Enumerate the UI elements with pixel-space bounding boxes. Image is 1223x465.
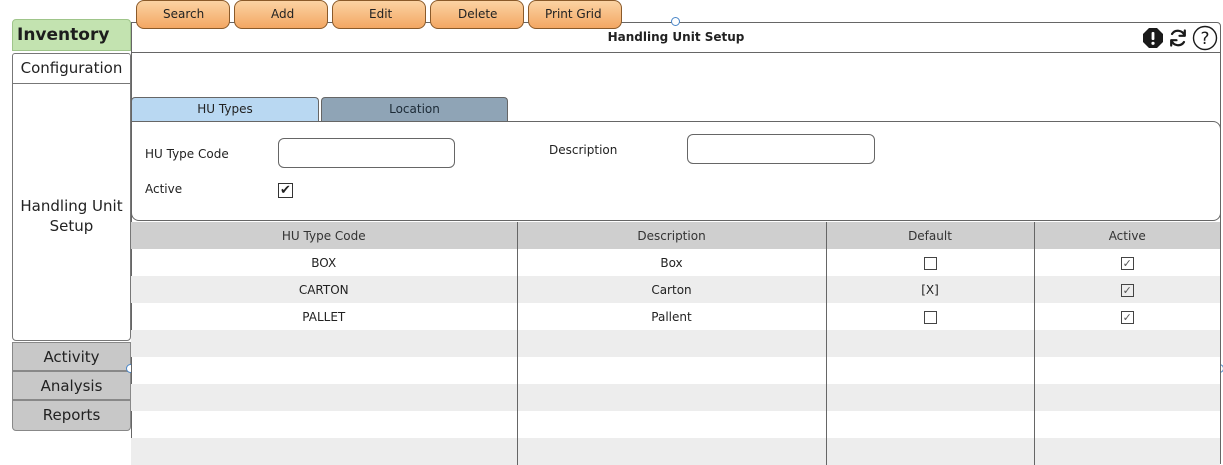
table-row-empty [131,357,1220,384]
cell-description: Box [516,249,826,276]
app-title: Inventory [12,19,131,51]
cell-default [825,303,1034,330]
active-checkbox-cell[interactable]: ✓ [1120,256,1134,270]
print-grid-button[interactable]: Print Grid [528,0,622,29]
nav-tab-configuration[interactable]: Configuration [12,53,131,83]
help-icon[interactable]: ? [1192,25,1218,55]
hu-types-grid: HU Type Code Description Default Active … [131,222,1220,465]
active-label: Active [145,182,183,196]
tab-hu-types[interactable]: HU Types [131,97,319,121]
table-row[interactable]: PALLET Pallent ✓ [131,303,1220,330]
table-row-empty [131,330,1220,357]
active-checkbox[interactable]: ✔ [278,183,293,198]
cell-hu-type-code: CARTON [131,276,517,303]
refresh-icon[interactable] [1167,27,1189,53]
cell-hu-type-code: BOX [311,255,337,270]
column-header-hu-type-code[interactable]: HU Type Code [131,222,517,249]
active-checkbox-cell[interactable]: ✓ [1120,310,1134,324]
nav-tab-handling-unit-setup[interactable]: Handling Unit Setup [12,83,131,341]
default-checkbox[interactable] [923,310,937,324]
delete-button[interactable]: Delete [430,0,524,29]
svg-text:?: ? [1200,29,1209,49]
grid-header-row: HU Type Code Description Default Active [131,222,1220,249]
column-header-description[interactable]: Description [516,222,826,249]
cell-hu-type-code: PALLET [302,309,346,324]
table-row[interactable]: BOX Box ✓ [131,249,1220,276]
resize-handle-top[interactable] [671,17,680,26]
column-header-default[interactable]: Default [825,222,1034,249]
cell-active: ✓ [1033,303,1220,330]
cell-active: ✓ [1033,276,1220,303]
cell-active: ✓ [1033,249,1220,276]
cell-default: [X] [825,276,1034,303]
cell-default [825,249,1034,276]
edit-button[interactable]: Edit [332,0,426,29]
default-checkbox[interactable] [923,256,937,270]
header-icons: ? [1142,25,1218,55]
cell-description: Carton [516,276,826,303]
column-header-active[interactable]: Active [1033,222,1220,249]
table-row[interactable]: CARTON Carton [X] ✓ [131,276,1220,303]
nav-tab-reports[interactable]: Reports [12,400,131,431]
table-row-empty [131,384,1220,411]
hu-type-code-label: HU Type Code [145,147,229,161]
hu-type-code-input[interactable] [278,138,455,168]
nav-tab-activity[interactable]: Activity [12,342,131,371]
description-input[interactable] [687,134,875,164]
nav-tab-analysis[interactable]: Analysis [12,371,131,400]
description-label: Description [549,143,618,157]
tab-location[interactable]: Location [321,97,508,121]
table-row-empty [131,438,1220,465]
form-panel [131,121,1221,221]
add-button[interactable]: Add [234,0,328,29]
table-row-empty [131,411,1220,438]
alert-icon[interactable] [1142,27,1164,53]
active-checkbox-cell[interactable]: ✓ [1120,283,1134,297]
cell-description: Pallent [516,303,826,330]
nav-tab-handling-unit-setup-label: Handling Unit Setup [20,197,123,235]
search-button[interactable]: Search [136,0,230,29]
